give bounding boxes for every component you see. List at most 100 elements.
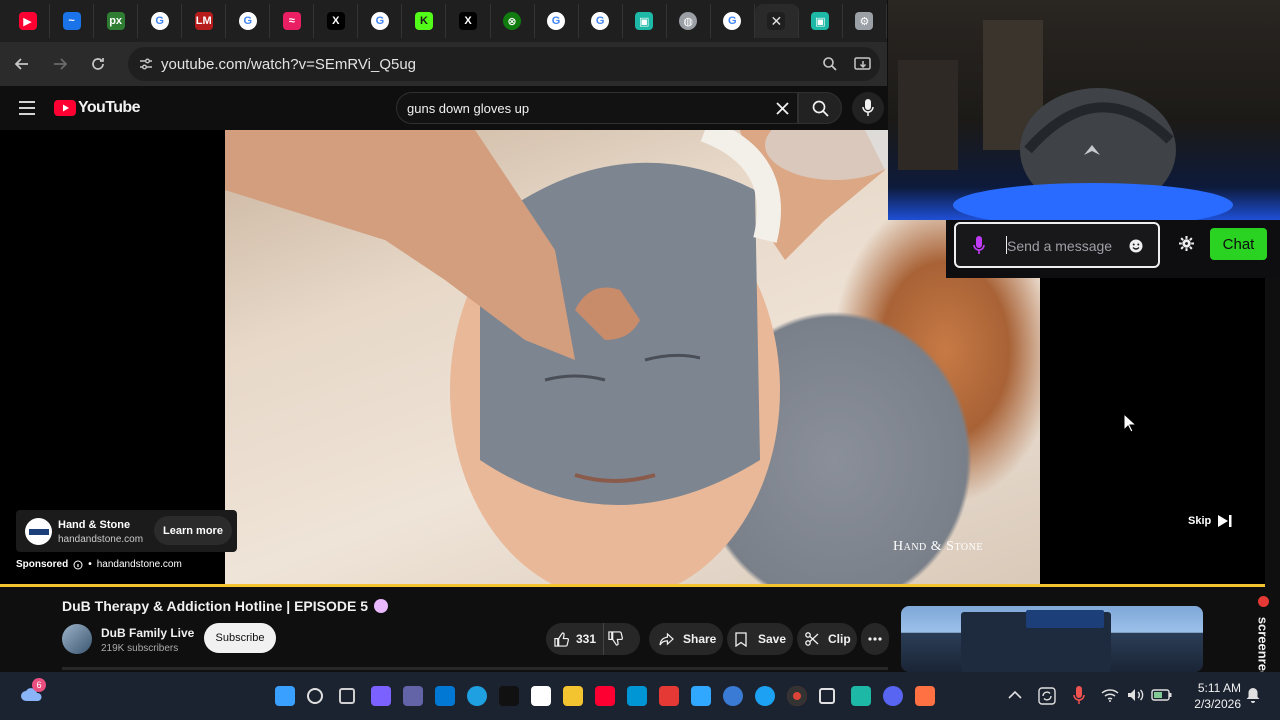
search-icon[interactable] — [307, 688, 323, 704]
channel-name[interactable]: DuB Family Live — [101, 626, 194, 640]
discord-icon[interactable] — [883, 686, 903, 706]
kick-icon: K — [414, 12, 433, 30]
browser-tab[interactable]: ≈ — [270, 4, 315, 38]
browser-tab[interactable]: G — [535, 4, 579, 38]
dislike-button[interactable] — [608, 631, 623, 649]
notification-bell-icon[interactable] — [1246, 687, 1260, 703]
learn-more-button[interactable]: Learn more — [154, 516, 232, 545]
browser-tab[interactable]: G — [138, 4, 183, 38]
channel-avatar[interactable] — [62, 624, 92, 654]
red-app-icon[interactable] — [659, 686, 679, 706]
cortana-icon[interactable] — [723, 686, 743, 706]
chat-settings-gear-icon[interactable] — [1179, 236, 1194, 251]
subscribe-button[interactable]: Subscribe — [204, 623, 276, 653]
browser-toolbar: youtube.com/watch?v=SEmRVi_Q5ug — [0, 42, 887, 86]
browser-tab[interactable]: ✕ — [754, 4, 799, 38]
x-icon: X — [326, 12, 345, 30]
close-tab-icon[interactable]: ✕ — [767, 12, 786, 30]
browser-tab[interactable]: ◍ — [667, 4, 711, 38]
volume-icon[interactable] — [1127, 688, 1145, 702]
clear-search-icon[interactable] — [776, 102, 789, 115]
chat-send-button[interactable]: Chat — [1210, 228, 1267, 260]
chrome-icon[interactable] — [787, 686, 807, 706]
photoshop-icon[interactable] — [691, 686, 711, 706]
menu-icon[interactable] — [19, 101, 35, 115]
browser-tab[interactable]: ⚙ — [843, 4, 887, 38]
browser-tab[interactable]: X — [446, 4, 491, 38]
browser-tab[interactable]: ~ — [50, 4, 95, 38]
mixed-app-icon[interactable] — [915, 686, 935, 706]
subscriber-count: 219K subscribers — [101, 643, 179, 654]
amazon-icon[interactable] — [531, 686, 551, 706]
teal-app-icon[interactable] — [851, 686, 871, 706]
zoom-icon[interactable] — [822, 56, 838, 72]
video-title: DuB Therapy & Addiction Hotline | EPISOD… — [62, 598, 368, 614]
back-button[interactable] — [3, 45, 41, 83]
windows-start-icon[interactable] — [275, 686, 295, 706]
edge-icon[interactable] — [467, 686, 487, 706]
browser-tab[interactable]: G — [358, 4, 403, 38]
site-info-icon[interactable] — [138, 56, 154, 72]
companion-ad-thumbnail[interactable] — [901, 606, 1203, 672]
show-hidden-icons-chevron-icon[interactable] — [1008, 690, 1022, 699]
copilot-icon[interactable] — [371, 686, 391, 706]
browser-tab[interactable]: ▶ — [6, 4, 51, 38]
browser-tab[interactable]: LM — [182, 4, 227, 38]
teal-app-icon: ▣ — [811, 12, 830, 30]
address-bar[interactable]: youtube.com/watch?v=SEmRVi_Q5ug — [128, 47, 880, 81]
browser-tab[interactable]: X — [314, 4, 359, 38]
battery-charging-icon[interactable] — [1151, 688, 1173, 702]
thumbs-up-icon — [554, 631, 569, 647]
browser-tab[interactable]: G — [579, 4, 623, 38]
ad-advertiser-card[interactable]: Hand & Stone handandstone.com Learn more — [16, 510, 237, 552]
screenrec-badge[interactable]: screenrec — [1255, 596, 1273, 682]
chrome-blue-icon[interactable] — [755, 686, 775, 706]
clock-date[interactable]: 2/3/2026 — [1183, 697, 1241, 711]
clock-time[interactable]: 5:11 AM — [1183, 681, 1241, 695]
clip-button[interactable]: Clip — [797, 623, 857, 655]
voice-search-button[interactable] — [852, 92, 884, 124]
browser-tab[interactable]: K — [402, 4, 447, 38]
skip-ad-button[interactable]: Skip — [1188, 509, 1232, 533]
file-explorer-icon[interactable] — [563, 686, 583, 706]
microphone-icon[interactable] — [973, 236, 985, 255]
browser-tab[interactable]: ▣ — [623, 4, 667, 38]
teams-icon[interactable] — [403, 686, 423, 706]
sponsored-domain[interactable]: handandstone.com — [97, 559, 182, 570]
browser-tab[interactable]: G — [711, 4, 755, 38]
forward-button[interactable] — [41, 45, 79, 83]
youtube-app-icon[interactable] — [595, 686, 615, 706]
google-icon: G — [547, 12, 566, 30]
youtube-play-icon — [54, 100, 76, 116]
browser-tab[interactable]: px — [94, 4, 139, 38]
mouse-cursor-icon — [1123, 413, 1137, 433]
browser-tab[interactable]: ▣ — [799, 4, 843, 38]
weather-widget[interactable]: 6 — [20, 678, 46, 708]
save-button[interactable]: Save — [727, 623, 793, 655]
more-actions-button[interactable] — [861, 623, 889, 655]
browser-tab[interactable]: ⊗ — [491, 4, 535, 38]
store-icon[interactable] — [435, 686, 455, 706]
share-button[interactable]: Share — [649, 623, 723, 655]
app-icon[interactable] — [499, 686, 519, 706]
info-icon[interactable] — [73, 560, 83, 570]
share-icon — [659, 632, 674, 646]
install-app-icon[interactable] — [854, 56, 872, 72]
emote-icon[interactable] — [1129, 239, 1143, 253]
search-input[interactable]: guns down gloves up — [396, 92, 798, 124]
like-button[interactable]: 331 — [546, 623, 604, 655]
wifi-icon[interactable] — [1101, 688, 1119, 702]
video-info-section: DuB Therapy & Addiction Hotline | EPISOD… — [0, 587, 1265, 672]
search-button[interactable] — [798, 92, 842, 124]
xbox-icon: ⊗ — [503, 12, 522, 30]
microphone-in-use-icon[interactable] — [1073, 686, 1085, 705]
task-view-icon[interactable] — [339, 688, 355, 704]
mail-icon[interactable] — [819, 688, 835, 704]
youtube-logo[interactable]: YouTube — [54, 99, 140, 117]
chat-message-input[interactable]: Send a message — [954, 222, 1160, 268]
sync-icon[interactable] — [1038, 687, 1056, 705]
google-icon: G — [150, 12, 169, 30]
hp-icon[interactable] — [627, 686, 647, 706]
browser-tab[interactable]: G — [226, 4, 271, 38]
reload-button[interactable] — [79, 45, 117, 83]
